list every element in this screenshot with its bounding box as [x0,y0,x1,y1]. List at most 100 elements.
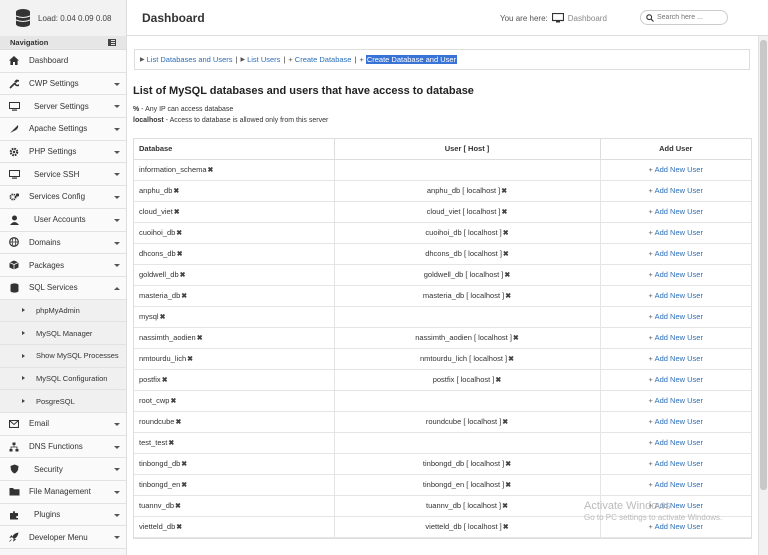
sidebar-item-php-settings[interactable]: PHP Settings [0,140,126,164]
sidebar-item-dashboard[interactable]: Dashboard [0,50,126,73]
add-new-user-link[interactable]: Add New User [655,291,703,300]
database-cell: vietteld_db✖ [134,516,335,538]
delete-user-icon[interactable]: ✖ [501,188,507,195]
delete-database-icon[interactable]: ✖ [180,272,186,279]
sidebar-item-user-accounts[interactable]: User Accounts [0,208,126,232]
sidebar-item-cwp-settings[interactable]: CWP Settings [0,72,126,96]
collapse-nav-icon[interactable] [108,39,116,46]
search-box[interactable] [640,10,728,25]
vertical-scrollbar[interactable] [758,36,768,555]
add-new-user-link[interactable]: Add New User [655,270,703,279]
add-new-user-link[interactable]: Add New User [655,375,703,384]
delete-database-icon[interactable]: ✖ [168,440,174,447]
add-new-user-link[interactable]: Add New User [655,480,703,489]
delete-user-icon[interactable]: ✖ [505,482,511,489]
sidebar-subitem-show-mysql-processes[interactable]: Show MySQL Processes [0,344,126,368]
database-cell: masteria_db✖ [134,285,335,307]
sidebar-item-services-config[interactable]: Services Config [0,186,126,209]
delete-user-icon[interactable]: ✖ [513,335,519,342]
database-cell: nmtourdu_lich✖ [134,348,335,370]
create-database-and-user-link[interactable]: Create Database and User [365,55,458,64]
delete-user-icon[interactable]: ✖ [505,293,511,300]
add-new-user-link[interactable]: Add New User [655,186,703,195]
caret-right-icon [22,353,25,358]
add-new-user-link[interactable]: Add New User [655,522,703,531]
delete-user-icon[interactable]: ✖ [503,524,509,531]
sidebar-item-packages[interactable]: Packages [0,254,126,277]
sidebar-item-sql-services[interactable]: SQL Services [0,276,126,300]
sidebar-item-service-ssh[interactable]: Service SSH [0,163,126,187]
delete-database-icon[interactable]: ✖ [174,209,180,216]
database-cell: postfix✖ [134,369,335,391]
add-new-user-link[interactable]: Add New User [655,207,703,216]
sidebar-item-developer-menu[interactable]: Developer Menu [0,526,126,550]
list-users-link[interactable]: List Users [247,55,280,64]
sidebar-item-label: SQL Services [29,283,78,293]
delete-database-icon[interactable]: ✖ [173,188,179,195]
sidebar-item-email[interactable]: Email [0,413,126,436]
breadcrumb-dashboard[interactable]: Dashboard [568,14,607,23]
sidebar-subitem-mysql-manager[interactable]: MySQL Manager [0,322,126,345]
sidebar-item-domains[interactable]: Domains [0,231,126,255]
delete-database-icon[interactable]: ✖ [162,377,168,384]
caret-right-icon: ▶ [140,57,145,63]
delete-database-icon[interactable]: ✖ [170,398,176,405]
delete-database-icon[interactable]: ✖ [176,230,182,237]
sidebar-subitem-mysql-configuration[interactable]: MySQL Configuration [0,367,126,391]
sidebar-item-dns-functions[interactable]: DNS Functions [0,435,126,459]
delete-database-icon[interactable]: ✖ [197,335,203,342]
add-user-cell: + Add New User [600,453,751,475]
delete-user-icon[interactable]: ✖ [508,356,514,363]
database-name: goldwell_db [139,270,179,279]
list-databases-and-users-link[interactable]: List Databases and Users [147,55,233,64]
delete-database-icon[interactable]: ✖ [181,461,187,468]
delete-user-icon[interactable]: ✖ [502,419,508,426]
add-new-user-link[interactable]: Add New User [655,501,703,510]
add-new-user-link[interactable]: Add New User [655,438,703,447]
add-new-user-link[interactable]: Add New User [655,249,703,258]
database-cell: tinbongd_db✖ [134,453,335,475]
add-new-user-link[interactable]: Add New User [655,228,703,237]
sidebar-item-file-management[interactable]: File Management [0,481,126,504]
delete-database-icon[interactable]: ✖ [176,524,182,531]
search-input[interactable] [657,14,725,21]
scrollbar-thumb[interactable] [760,40,767,490]
delete-user-icon[interactable]: ✖ [503,230,509,237]
delete-user-icon[interactable]: ✖ [501,209,507,216]
sidebar-subitem-posgresql[interactable]: PosgreSQL [0,390,126,413]
sidebar-item-apache-settings[interactable]: Apache Settings [0,118,126,141]
add-new-user-link[interactable]: Add New User [655,333,703,342]
delete-database-icon[interactable]: ✖ [187,356,193,363]
monitor-icon [551,13,564,23]
add-new-user-link[interactable]: Add New User [655,354,703,363]
delete-database-icon[interactable]: ✖ [177,251,183,258]
database-name: roundcube [139,417,175,426]
add-new-user-link[interactable]: Add New User [655,165,703,174]
delete-user-icon[interactable]: ✖ [503,251,509,258]
delete-database-icon[interactable]: ✖ [175,419,181,426]
add-new-user-link[interactable]: Add New User [655,417,703,426]
sidebar-item-security[interactable]: Security [0,458,126,482]
delete-user-icon[interactable]: ✖ [502,503,508,510]
delete-database-icon[interactable]: ✖ [175,503,181,510]
sidebar-item-plugins[interactable]: Plugins [0,503,126,527]
delete-user-icon[interactable]: ✖ [505,461,511,468]
sidebar-item-label: PHP Settings [29,147,77,157]
delete-database-icon[interactable]: ✖ [181,293,187,300]
delete-database-icon[interactable]: ✖ [160,314,166,321]
create-database-link[interactable]: Create Database [295,55,352,64]
table-row: information_schema✖ + Add New User [134,159,751,181]
delete-database-icon[interactable]: ✖ [181,482,187,489]
chevron-down-icon [114,468,120,472]
user-host: vietteld_db [ localhost ] [425,522,502,531]
sidebar-subitem-phpmyadmin[interactable]: phpMyAdmin [0,299,126,323]
add-new-user-link[interactable]: Add New User [655,312,703,321]
add-new-user-link[interactable]: Add New User [655,459,703,468]
delete-database-icon[interactable]: ✖ [208,167,214,174]
user-host-cell: anphu_db [ localhost ]✖ [334,180,601,202]
delete-user-icon[interactable]: ✖ [495,377,501,384]
page-title: Dashboard [142,11,205,25]
add-new-user-link[interactable]: Add New User [655,396,703,405]
sidebar-item-server-settings[interactable]: Server Settings [0,95,126,119]
delete-user-icon[interactable]: ✖ [504,272,510,279]
